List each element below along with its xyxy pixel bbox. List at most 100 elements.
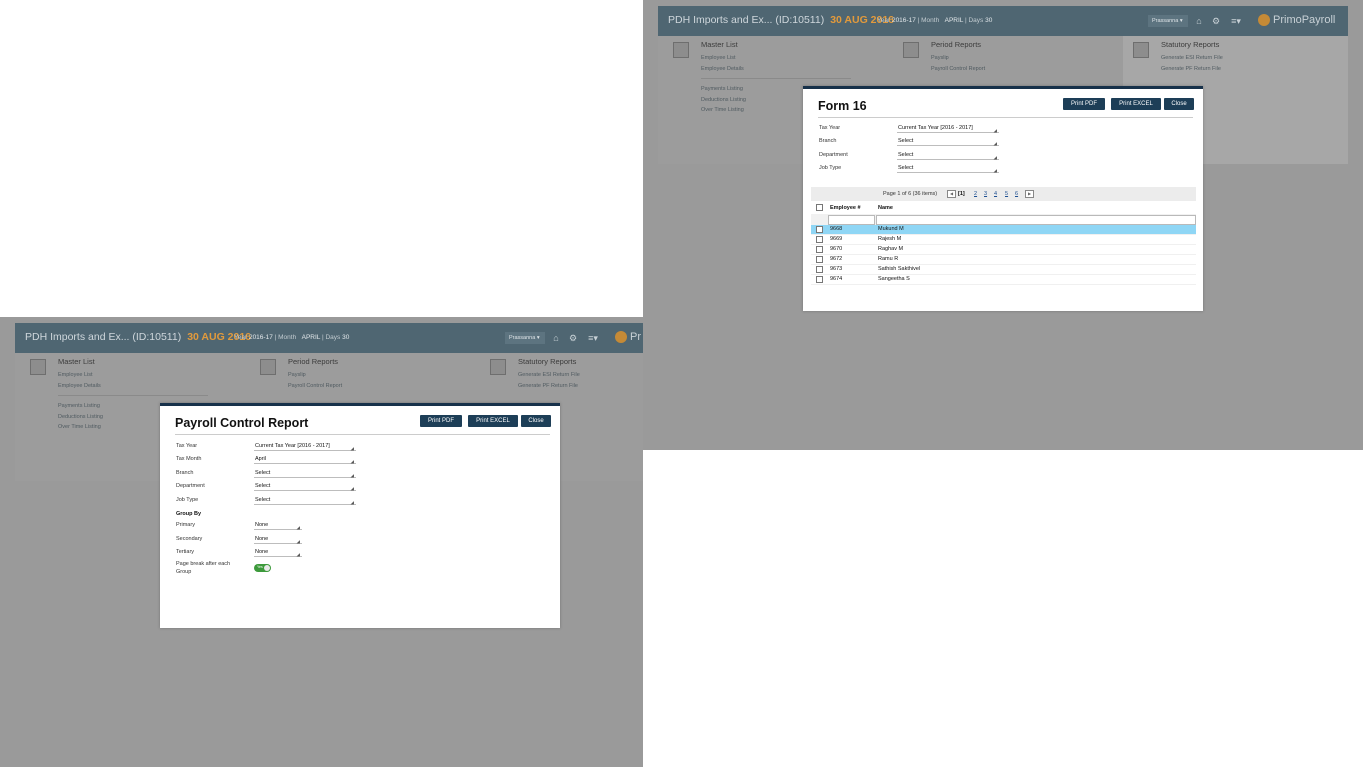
- statutory-reports-title: Statutory Reports: [518, 357, 577, 366]
- days-value: 30: [342, 334, 350, 341]
- close-button[interactable]: Close: [1164, 98, 1194, 110]
- table-row[interactable]: 9674 Sangeetha S: [811, 275, 1196, 285]
- page-link[interactable]: 6: [1015, 191, 1018, 197]
- job-type-select[interactable]: Select ◢: [897, 163, 999, 173]
- row-checkbox[interactable]: [816, 226, 823, 233]
- column-employee-number[interactable]: Employee #: [830, 205, 861, 211]
- user-menu[interactable]: Prassanna ▾: [1148, 15, 1188, 27]
- month-label: Month: [278, 334, 297, 341]
- tax-year-field: Tax Year Current Tax Year [2016 - 2017] ◢: [819, 123, 1019, 134]
- menu-item-employee-list[interactable]: Employee List: [58, 370, 218, 381]
- field-label: Job Type: [819, 165, 842, 171]
- menu-item-generate-pf[interactable]: Generate PF Return File: [518, 381, 643, 392]
- menu-item-payslip[interactable]: Payslip: [931, 53, 1101, 64]
- year-label: Year: [234, 334, 248, 341]
- blank-area: [0, 0, 643, 317]
- menu-item-employee-list[interactable]: Employee List: [701, 53, 861, 64]
- menu-item-generate-esi[interactable]: Generate ESI Return File: [518, 370, 643, 381]
- menu-item-employee-details[interactable]: Employee Details: [58, 381, 218, 392]
- table-row[interactable]: 9668 Mukund M: [811, 225, 1196, 235]
- prev-page-icon[interactable]: ◀: [947, 190, 956, 198]
- dropdown-arrow-icon: ◢: [350, 486, 354, 491]
- table-row[interactable]: 9669 Rajesh M: [811, 235, 1196, 245]
- menu-icon[interactable]: ≡▾: [1228, 16, 1244, 26]
- job-type-field: Job Type Select ◢: [176, 495, 376, 506]
- table-row[interactable]: 9673 Sathish Sakthivel: [811, 265, 1196, 275]
- dropdown-arrow-icon: ◢: [350, 473, 354, 478]
- period-reports-menu: Period Reports Payslip Payroll Control R…: [260, 357, 458, 392]
- employee-name: Sathish Sakthivel: [878, 266, 921, 272]
- book-icon: [490, 359, 506, 375]
- branch-select[interactable]: Select ◢: [254, 468, 356, 478]
- page-break-toggle[interactable]: Yes: [254, 564, 271, 572]
- dropdown-arrow-icon: ◢: [993, 128, 997, 133]
- master-list-title: Master List: [701, 40, 738, 49]
- primary-group-select[interactable]: None ◢: [254, 520, 302, 530]
- employee-number: 9670: [830, 246, 843, 252]
- row-checkbox[interactable]: [816, 266, 823, 273]
- menu-item-generate-pf[interactable]: Generate PF Return File: [1161, 64, 1223, 75]
- company-label: PDH Imports and Ex... (ID:10511): [668, 14, 825, 26]
- month-value: APRIL: [301, 334, 321, 341]
- table-row[interactable]: 9672 Ramu R: [811, 255, 1196, 265]
- name-filter-input[interactable]: [876, 215, 1196, 225]
- tax-year-field: Tax Year Current Tax Year [2016 - 2017] ◢: [176, 441, 376, 452]
- gear-icon[interactable]: ⚙: [568, 333, 578, 343]
- tax-month-select[interactable]: April ◢: [254, 454, 356, 464]
- tax-year-select[interactable]: Current Tax Year [2016 - 2017] ◢: [254, 441, 356, 451]
- employee-number: 9668: [830, 226, 843, 232]
- menu-item-payroll-control-report[interactable]: Payroll Control Report: [288, 381, 458, 392]
- menu-item-payslip[interactable]: Payslip: [288, 370, 458, 381]
- row-checkbox[interactable]: [816, 246, 823, 253]
- tertiary-group-field: Tertiary None ◢: [176, 547, 326, 558]
- payroll-control-dialog: Payroll Control Report Print PDF Print E…: [160, 403, 560, 628]
- print-excel-button[interactable]: Print EXCEL: [1111, 98, 1161, 110]
- employee-filter-input[interactable]: [828, 215, 875, 225]
- home-icon[interactable]: ⌂: [1194, 16, 1204, 26]
- menu-item-employee-details[interactable]: Employee Details: [701, 64, 861, 75]
- secondary-group-select[interactable]: None ◢: [254, 534, 302, 544]
- tax-year-select[interactable]: Current Tax Year [2016 - 2017] ◢: [897, 123, 999, 133]
- employee-name: Raghav M: [878, 246, 904, 252]
- menu-item-generate-esi[interactable]: Generate ESI Return File: [1161, 53, 1223, 64]
- row-checkbox[interactable]: [816, 256, 823, 263]
- department-select[interactable]: Select ◢: [254, 481, 356, 491]
- page-link[interactable]: 3: [984, 191, 987, 197]
- select-value: Select: [255, 497, 271, 503]
- menu-icon[interactable]: ≡▾: [585, 333, 601, 343]
- row-checkbox[interactable]: [816, 276, 823, 283]
- select-all-checkbox[interactable]: [816, 204, 823, 211]
- next-page-icon[interactable]: ▶: [1025, 190, 1034, 198]
- month-label: Month: [921, 17, 940, 24]
- select-value: Current Tax Year [2016 - 2017]: [255, 443, 330, 449]
- page-link[interactable]: 5: [1005, 191, 1008, 197]
- print-excel-button[interactable]: Print EXCEL: [468, 415, 518, 427]
- tertiary-group-select[interactable]: None ◢: [254, 547, 302, 557]
- page-link[interactable]: 2: [974, 191, 977, 197]
- menu-item-payroll-control-report[interactable]: Payroll Control Report: [931, 64, 1101, 75]
- print-pdf-button[interactable]: Print PDF: [420, 415, 462, 427]
- print-pdf-button[interactable]: Print PDF: [1063, 98, 1105, 110]
- blank-area: [720, 450, 1363, 767]
- field-label: Department: [819, 152, 848, 158]
- form16-screen: PDH Imports and Ex... (ID:10511) 30 AUG 2…: [643, 0, 1363, 450]
- title-divider: [175, 434, 550, 435]
- column-name[interactable]: Name: [878, 205, 893, 211]
- department-select[interactable]: Select ◢: [897, 150, 999, 160]
- page-break-label-line: Page break after each: [176, 561, 231, 567]
- row-checkbox[interactable]: [816, 236, 823, 243]
- employee-name: Mukund M: [878, 226, 904, 232]
- close-button[interactable]: Close: [521, 415, 551, 427]
- branch-select[interactable]: Select ◢: [897, 136, 999, 146]
- page-link[interactable]: 4: [994, 191, 997, 197]
- home-icon[interactable]: ⌂: [551, 333, 561, 343]
- period-reports-title: Period Reports: [288, 357, 339, 366]
- form16-dialog: Form 16 Print PDF Print EXCEL Close Tax …: [803, 86, 1203, 311]
- department-field: Department Select ◢: [819, 150, 1019, 161]
- days-value: 30: [985, 17, 993, 24]
- gear-icon[interactable]: ⚙: [1211, 16, 1221, 26]
- table-row[interactable]: 9670 Raghav M: [811, 245, 1196, 255]
- payroll-control-screen: PDH Imports and Ex... (ID:10511) 30 AUG 2…: [0, 317, 643, 767]
- job-type-select[interactable]: Select ◢: [254, 495, 356, 505]
- user-menu[interactable]: Prassanna ▾: [505, 332, 545, 344]
